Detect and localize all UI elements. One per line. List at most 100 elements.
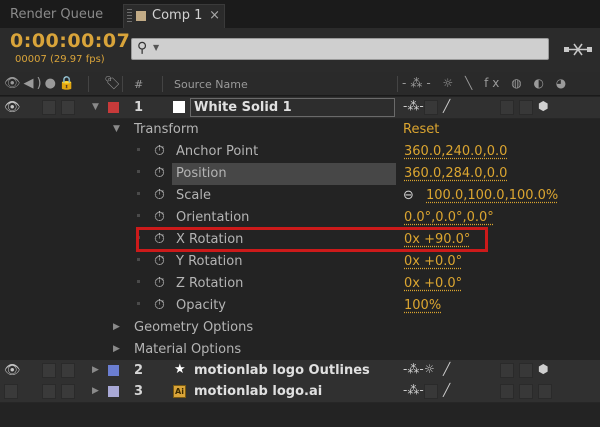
property-name: Y Rotation <box>176 254 243 269</box>
property-name: Orientation <box>176 210 250 225</box>
property-row[interactable]: ⏱ Z Rotation 0x +0.0° <box>0 273 600 295</box>
video-toggle[interactable] <box>4 384 18 399</box>
solo-toggle[interactable] <box>42 363 56 378</box>
property-value[interactable]: 360.0,240.0,0.0 <box>404 144 507 159</box>
material-options-label: Material Options <box>134 342 242 357</box>
layer-name[interactable]: motionlab logo.ai <box>194 384 322 399</box>
property-name: Opacity <box>176 298 227 313</box>
shy-switch-icon[interactable]: -⁂- <box>403 99 424 113</box>
layer-label-color[interactable] <box>108 365 119 376</box>
property-value[interactable]: 360.0,284.0,0.0 <box>404 166 507 181</box>
quality-switch-icon[interactable]: ╱ <box>443 362 450 376</box>
layer-row[interactable]: 👁 ▼ 1 White Solid 1 -⁂- ╱ ⬢ <box>0 97 600 119</box>
close-icon[interactable]: × <box>209 5 220 27</box>
shy-switch-icon[interactable]: -⁂- <box>403 383 424 397</box>
eye-icon[interactable]: 👁 <box>4 363 21 378</box>
switch-box[interactable] <box>519 100 533 115</box>
expand-triangle-icon[interactable]: ▼ <box>92 102 99 112</box>
property-row[interactable]: ⏱ Scale ⊖ 100.0,100.0,100.0% <box>0 185 600 207</box>
reset-link[interactable]: Reset <box>403 122 439 137</box>
column-divider <box>162 76 163 92</box>
column-divider <box>88 76 89 92</box>
solid-layer-icon <box>173 101 185 113</box>
column-number-header[interactable]: # <box>134 78 143 91</box>
stopwatch-icon[interactable]: ⏱ <box>154 143 165 159</box>
composition-icon <box>136 10 146 21</box>
switch-box[interactable] <box>500 363 514 378</box>
switch-box[interactable] <box>500 384 514 399</box>
search-input[interactable]: ⚲ ▼ <box>131 38 549 60</box>
chevron-down-icon[interactable]: ▼ <box>153 43 159 52</box>
property-row[interactable]: ⏱ Opacity 100% <box>0 295 600 317</box>
shy-switch-icon[interactable]: -⁂- <box>403 362 424 376</box>
property-name: Anchor Point <box>176 144 259 159</box>
expand-triangle-icon[interactable]: ▼ <box>113 124 120 134</box>
stopwatch-icon[interactable]: ⏱ <box>154 187 165 203</box>
tree-dot <box>137 148 140 151</box>
layer-name[interactable]: White Solid 1 <box>194 100 292 115</box>
switch-box[interactable] <box>538 384 552 399</box>
layer-label-color[interactable] <box>108 102 119 113</box>
switch-box[interactable] <box>519 384 533 399</box>
eye-icon[interactable]: 👁 <box>4 100 21 115</box>
tab-comp-1[interactable]: Comp 1 × <box>123 4 225 28</box>
stopwatch-icon[interactable]: ⏱ <box>154 209 165 225</box>
lock-toggle[interactable] <box>61 363 75 378</box>
current-time-display[interactable]: 0:00:00:07 <box>10 30 130 52</box>
column-divider <box>397 76 398 92</box>
switch-box[interactable] <box>424 100 438 115</box>
layer-row[interactable]: 👁 ▶ 2 ★ motionlab logo Outlines -⁂- ☼ ╱ … <box>0 360 600 382</box>
solo-toggle[interactable] <box>42 100 56 115</box>
shape-layer-star-icon: ★ <box>174 362 186 377</box>
switch-box[interactable] <box>500 100 514 115</box>
layer-name[interactable]: motionlab logo Outlines <box>194 363 370 378</box>
property-value[interactable]: 100.0,100.0,100.0% <box>426 188 558 203</box>
material-options-row[interactable]: ▶ Material Options <box>0 339 600 361</box>
tree-dot <box>137 214 140 217</box>
geometry-options-label: Geometry Options <box>134 320 254 335</box>
expand-triangle-icon[interactable]: ▶ <box>92 365 99 375</box>
composition-flowchart-icon[interactable] <box>562 38 594 60</box>
tab-render-queue[interactable]: Render Queue <box>10 4 103 28</box>
switch-box[interactable] <box>519 363 533 378</box>
constrain-proportions-link-icon[interactable]: ⊖ <box>403 188 414 203</box>
tree-dot <box>137 170 140 173</box>
property-value[interactable]: 0x +0.0° <box>404 254 462 269</box>
tree-dot <box>137 192 140 195</box>
layer-label-color[interactable] <box>108 386 119 397</box>
switch-box[interactable] <box>424 384 438 399</box>
solo-toggle[interactable] <box>42 384 56 399</box>
expand-triangle-icon[interactable]: ▶ <box>113 344 120 354</box>
timeline-toolbar: 0:00:00:07 00007 (29.97 fps) ⚲ ▼ <box>0 28 600 72</box>
lock-toggle[interactable] <box>61 100 75 115</box>
property-value[interactable]: 0x +0.0° <box>404 276 462 291</box>
grip-icon[interactable] <box>127 8 132 23</box>
layer-row[interactable]: ▶ 3 Ai motionlab logo.ai -⁂- ╱ <box>0 381 600 403</box>
column-source-name-header[interactable]: Source Name <box>174 78 248 91</box>
lock-toggle[interactable] <box>61 384 75 399</box>
stopwatch-icon[interactable]: ⏱ <box>154 165 165 181</box>
geometry-options-row[interactable]: ▶ Geometry Options <box>0 317 600 339</box>
stopwatch-icon[interactable]: ⏱ <box>154 275 165 291</box>
collapse-transform-sun-icon[interactable]: ☼ <box>424 362 435 376</box>
property-row[interactable]: ⏱ Position 360.0,284.0,0.0 <box>0 163 600 185</box>
3d-layer-cube-icon[interactable]: ⬢ <box>538 99 548 113</box>
property-row[interactable]: ⏱ Y Rotation 0x +0.0° <box>0 251 600 273</box>
expand-triangle-icon[interactable]: ▶ <box>113 322 120 332</box>
stopwatch-icon[interactable]: ⏱ <box>154 253 165 269</box>
transform-group-row[interactable]: ▼ Transform Reset <box>0 119 600 141</box>
quality-switch-icon[interactable]: ╱ <box>443 99 450 113</box>
quality-switch-icon[interactable]: ╱ <box>443 383 450 397</box>
column-divider <box>122 76 123 92</box>
label-tag-icon: 🏷 <box>104 76 121 91</box>
frame-count-display: 00007 (29.97 fps) <box>15 54 105 65</box>
property-value[interactable]: 100% <box>404 298 441 313</box>
3d-layer-cube-icon[interactable]: ⬢ <box>538 362 548 376</box>
expand-triangle-icon[interactable]: ▶ <box>92 386 99 396</box>
property-value[interactable]: 0.0°,0.0°,0.0° <box>404 210 494 225</box>
stopwatch-icon[interactable]: ⏱ <box>154 297 165 313</box>
layer-column-header: 👁◀)●🔒 🏷 # Source Name -⁂- ☼ ╲ fx ◍ ◐ ◕ <box>0 72 600 96</box>
property-row[interactable]: ⏱ Orientation 0.0°,0.0°,0.0° <box>0 207 600 229</box>
transform-label: Transform <box>134 122 199 137</box>
property-row[interactable]: ⏱ Anchor Point 360.0,240.0,0.0 <box>0 141 600 163</box>
